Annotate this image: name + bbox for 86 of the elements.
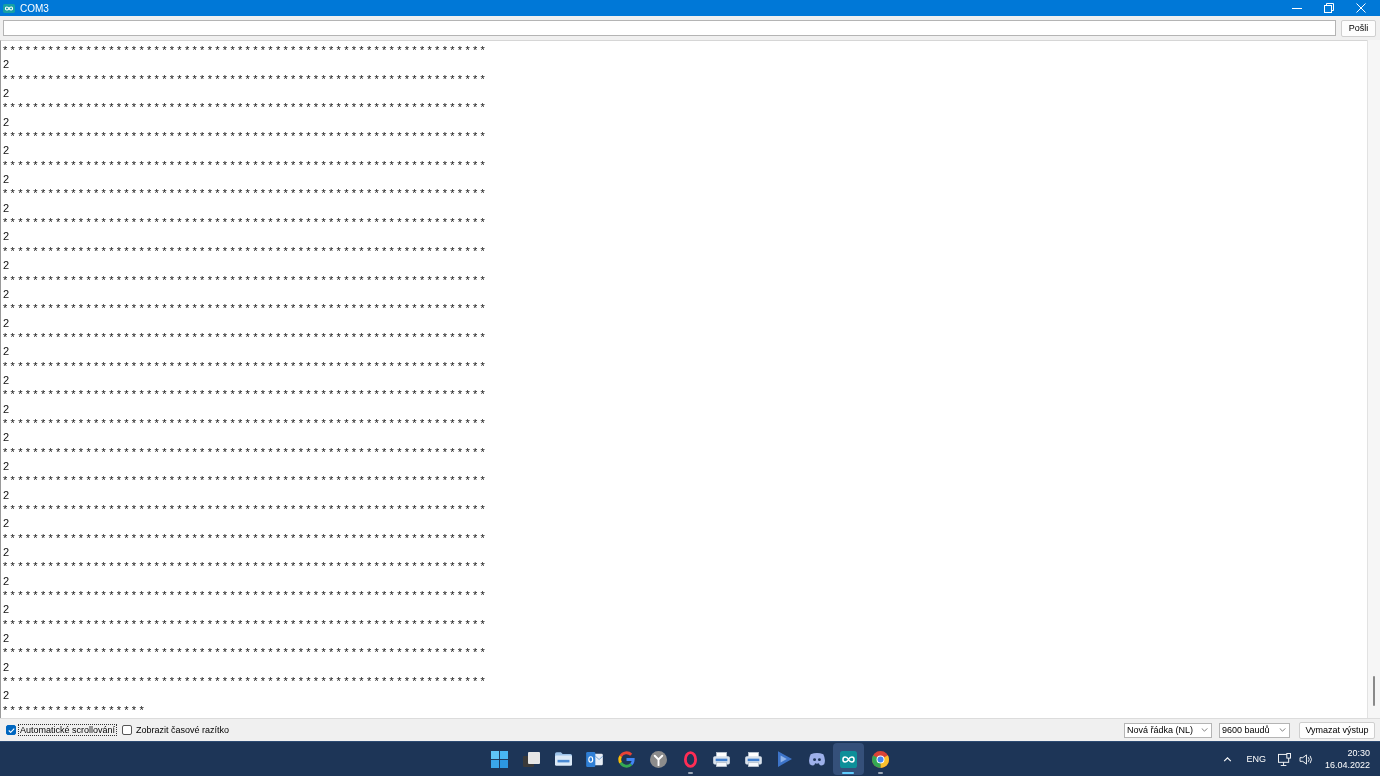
- output-line: ****************************************************************: [3, 329, 489, 345]
- checkbox[interactable]: [122, 725, 133, 735]
- output-line: 2: [3, 631, 13, 646]
- window-title: COM3: [20, 2, 49, 14]
- infinity-icon: [3, 3, 15, 13]
- clear-output-button[interactable]: Vymazat výstup: [1299, 721, 1375, 739]
- chevron-down-icon: [1279, 728, 1286, 732]
- baud-rate-dropdown[interactable]: 9600 baudů: [1219, 722, 1290, 738]
- checkbox[interactable]: [6, 725, 16, 735]
- output-line: ****************************************************************: [3, 71, 489, 87]
- output-line: 2: [3, 659, 13, 675]
- output-line: 2: [3, 344, 13, 359]
- output-line: 2: [3, 372, 13, 388]
- output-line: 2: [3, 401, 13, 416]
- output-line: 2: [3, 458, 13, 474]
- output-line: ****************************************************************: [3, 301, 489, 316]
- output-line: ****************************************************************: [3, 243, 489, 259]
- output-line: ****************************************************************: [3, 559, 489, 574]
- letter-g-icon: [618, 750, 636, 768]
- infinity-icon: [839, 750, 857, 768]
- line-ending-dropdown[interactable]: Nová řádka (NL): [1124, 722, 1212, 738]
- output-line: ****************************************************************: [3, 645, 489, 660]
- output-line: *******************: [3, 702, 148, 718]
- output-line: 2: [3, 286, 13, 302]
- output-line: ****************************************************************: [3, 415, 489, 431]
- output-line: 2: [3, 602, 13, 617]
- close-icon: [1356, 3, 1366, 13]
- chevron-up-icon[interactable]: [1223, 756, 1233, 762]
- language-indicator[interactable]: ENG: [1246, 754, 1266, 764]
- checkbox-label[interactable]: Zobrazit časové razítko: [134, 724, 232, 736]
- output-line: 2: [3, 200, 13, 216]
- output-line: ****************************************************************: [3, 674, 489, 689]
- output-line: 2: [3, 315, 13, 330]
- message-input-field[interactable]: [3, 20, 1336, 36]
- checkbox-label[interactable]: Automatické scrollování: [18, 724, 118, 736]
- output-line: ****************************************************************: [3, 387, 489, 402]
- output-line: 2: [3, 57, 13, 72]
- printer-icon: [713, 751, 731, 767]
- speaker-icon[interactable]: [1298, 753, 1313, 765]
- mail-icon: [586, 751, 604, 767]
- output-line: ****************************************************************: [3, 444, 489, 459]
- scrollbar-thumb[interactable]: [1373, 676, 1375, 706]
- overlapping-squares-icon: [523, 751, 541, 767]
- ring-icon: [683, 750, 697, 768]
- controller-icon: [807, 752, 826, 766]
- output-line: ****************************************************************: [3, 100, 489, 115]
- send-button[interactable]: Pošli: [1341, 19, 1376, 37]
- branch-circle-icon: [649, 750, 667, 768]
- output-line: 2: [3, 545, 13, 560]
- output-line: ****************************************************************: [3, 157, 489, 173]
- output-line: 2: [3, 688, 13, 703]
- tricolor-circle-icon: [871, 750, 889, 768]
- output-line: 2: [3, 430, 13, 445]
- clock-time[interactable]: 20:30: [1347, 747, 1370, 759]
- output-line: 2: [3, 516, 13, 531]
- windows-logo-icon: [491, 750, 509, 768]
- output-line: ****************************************************************: [3, 530, 489, 546]
- output-line: 2: [3, 573, 13, 589]
- output-line: ****************************************************************: [3, 502, 489, 517]
- restore-icon: [1324, 3, 1334, 13]
- chevron-down-icon: [1201, 728, 1208, 732]
- output-line: ****************************************************************: [3, 616, 489, 632]
- folder-icon: [554, 752, 572, 766]
- output-line: ****************************************************************: [3, 272, 489, 287]
- output-line: ****************************************************************: [3, 43, 489, 58]
- output-line: ****************************************************************: [3, 129, 489, 144]
- output-line: 2: [3, 487, 13, 502]
- scrollbar-track[interactable]: [1367, 40, 1380, 718]
- output-line: ****************************************************************: [3, 473, 489, 488]
- printer-icon: [744, 751, 762, 767]
- output-line: 2: [3, 172, 13, 187]
- output-line: 2: [3, 258, 13, 273]
- monitor-icon[interactable]: [1277, 752, 1291, 766]
- output-line: 2: [3, 86, 13, 101]
- output-line: 2: [3, 229, 13, 244]
- output-line: ****************************************************************: [3, 186, 489, 201]
- output-line: ****************************************************************: [3, 215, 489, 230]
- checkmark-icon: [7, 727, 15, 733]
- minimize-icon: [1292, 7, 1302, 9]
- output-line: 2: [3, 114, 13, 130]
- taskbar-button[interactable]: [832, 743, 865, 775]
- output-line: ****************************************************************: [3, 358, 489, 373]
- output-line: 2: [3, 143, 13, 158]
- clock-date[interactable]: 16.04.2022: [1324, 759, 1370, 771]
- output-line: ****************************************************************: [3, 588, 489, 603]
- play-triangle-icon: [778, 751, 793, 767]
